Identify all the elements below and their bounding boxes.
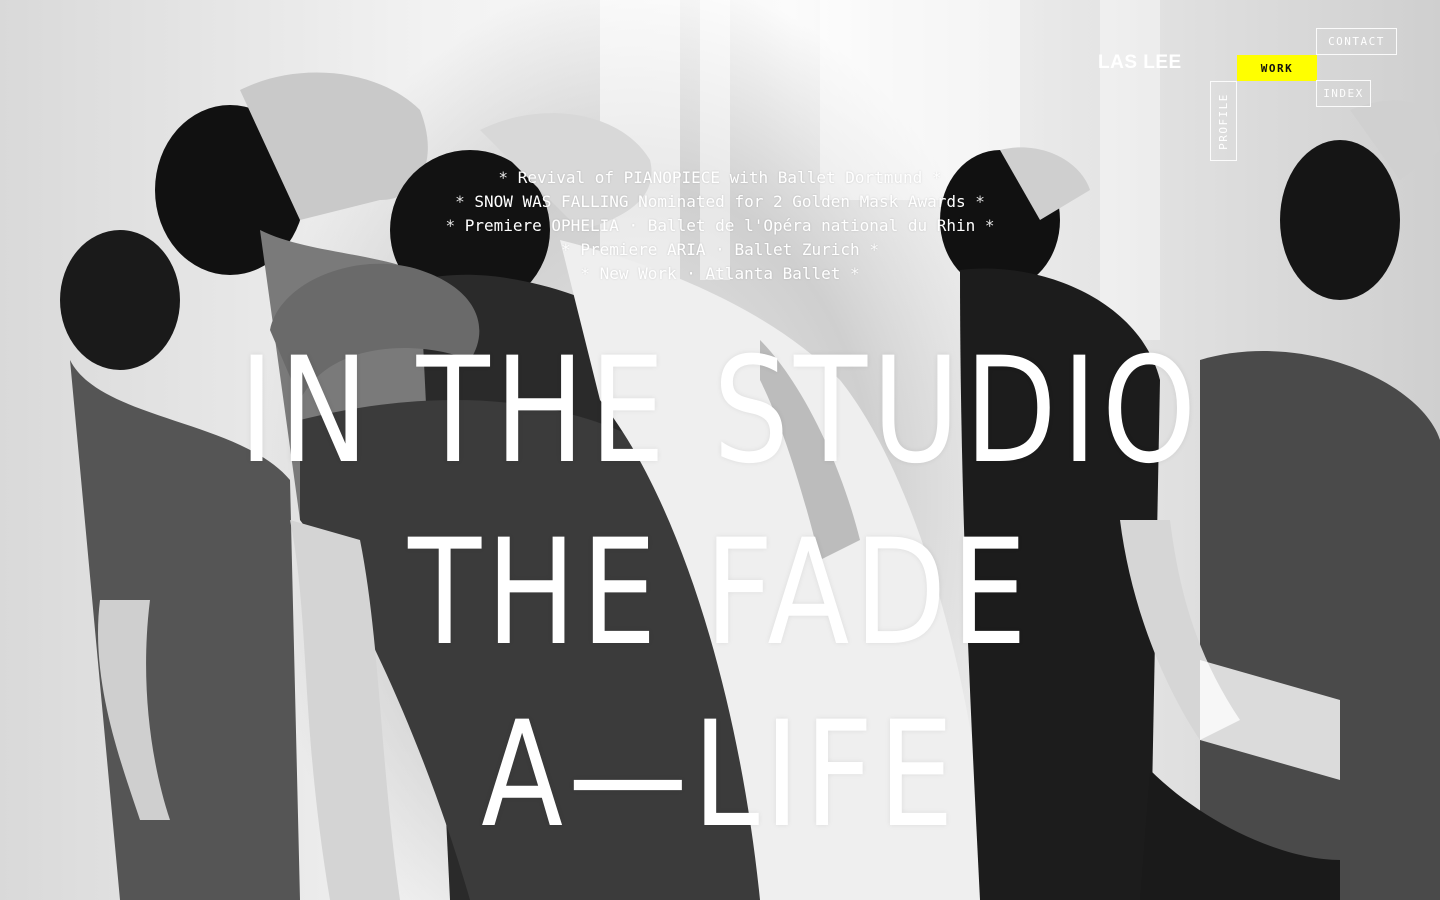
nav-index-button[interactable]: INDEX xyxy=(1316,80,1371,107)
news-star: * xyxy=(984,216,995,235)
news-star: * xyxy=(455,192,465,211)
work-title-link[interactable]: THE FADE xyxy=(130,502,1311,684)
brand-name[interactable]: LAS LEE xyxy=(1098,52,1182,74)
news-star: * xyxy=(561,240,571,259)
news-item[interactable]: * Premiere ARIA · Ballet Zurich * xyxy=(0,238,1440,262)
news-star: * xyxy=(498,168,509,187)
work-title-link[interactable]: A—LIFE xyxy=(130,684,1311,866)
news-item[interactable]: * New Work · Atlanta Ballet * xyxy=(0,262,1440,286)
work-title-link[interactable]: IN THE STUDIO xyxy=(130,320,1311,502)
page: LAS LEE CONTACT WORK INDEX PROFILE * Rev… xyxy=(0,0,1440,900)
news-text: Premiere OPHELIA · Ballet de l'Opéra nat… xyxy=(464,216,976,235)
news-text: Revival of PIANOPIECE with Ballet Dortmu… xyxy=(517,168,923,187)
news-star: * xyxy=(850,264,860,283)
nav-contact-button[interactable]: CONTACT xyxy=(1316,28,1397,55)
nav-profile-button[interactable]: PROFILE xyxy=(1210,81,1237,161)
news-text: SNOW WAS FALLING Nominated for 2 Golden … xyxy=(474,192,966,211)
news-item[interactable]: * Premiere OPHELIA · Ballet de l'Opéra n… xyxy=(0,214,1440,238)
news-text: New Work · Atlanta Ballet xyxy=(599,264,841,283)
news-list: * Revival of PIANOPIECE with Ballet Dort… xyxy=(0,166,1440,286)
news-star: * xyxy=(869,240,879,259)
works-list: IN THE STUDIO THE FADE A—LIFE xyxy=(0,320,1440,866)
news-item[interactable]: * SNOW WAS FALLING Nominated for 2 Golde… xyxy=(0,190,1440,214)
nav-profile-label: PROFILE xyxy=(1217,92,1231,150)
news-star: * xyxy=(975,192,985,211)
nav-work-button[interactable]: WORK xyxy=(1237,55,1317,81)
news-star: * xyxy=(931,168,942,187)
news-star: * xyxy=(580,264,590,283)
news-item[interactable]: * Revival of PIANOPIECE with Ballet Dort… xyxy=(0,166,1440,190)
news-star: * xyxy=(445,216,456,235)
news-text: Premiere ARIA · Ballet Zurich xyxy=(580,240,860,259)
